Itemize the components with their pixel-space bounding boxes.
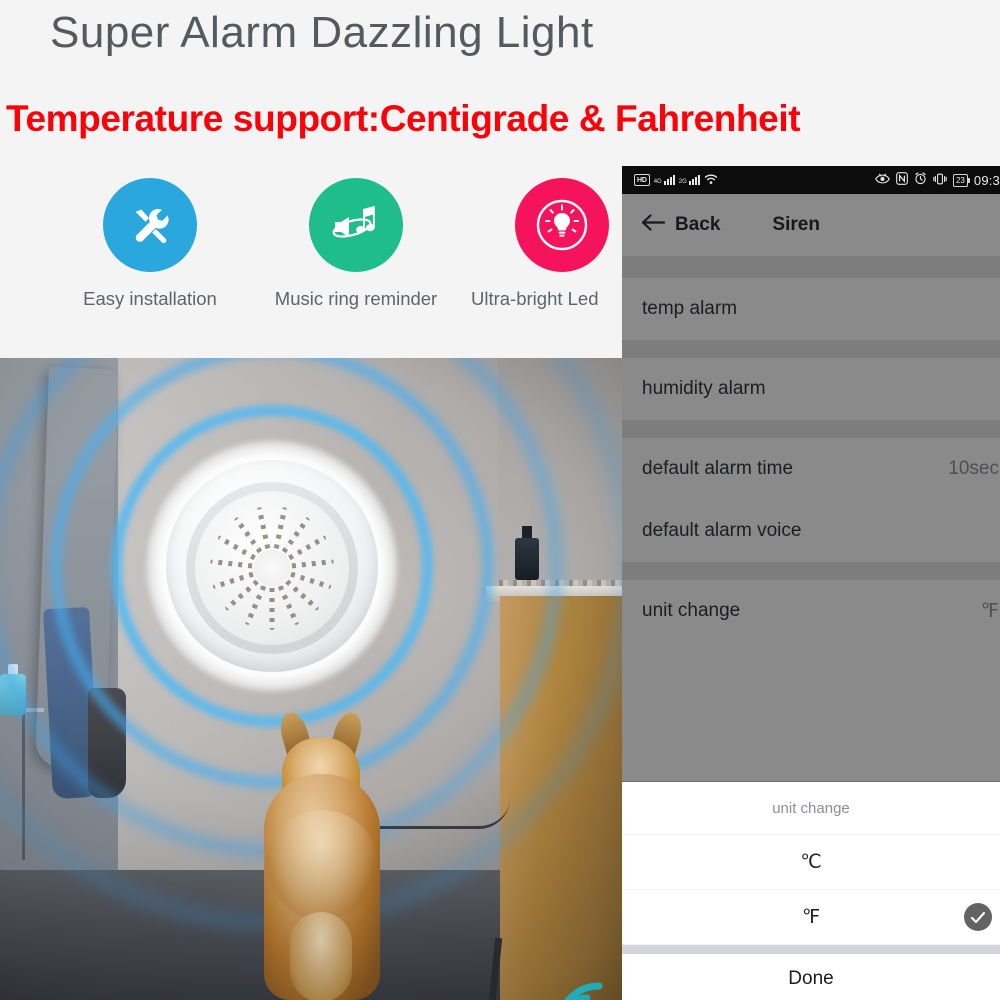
eye-icon (875, 173, 890, 188)
app-bar: Back Siren (622, 194, 1000, 256)
list-gap (622, 562, 1000, 580)
power-cable (380, 798, 510, 829)
network-gen-sim2: 2G (678, 179, 687, 185)
row-value: ℉ (980, 600, 999, 622)
promo-subtitle: Temperature support:Centigrade & Fahrenh… (6, 98, 801, 139)
tools-icon (103, 178, 197, 272)
siren-speaker-grille (195, 491, 349, 645)
sheet-divider (622, 945, 1000, 954)
sheet-title: unit change (622, 782, 1000, 835)
row-label: unit change (642, 600, 741, 621)
battery-icon: 23 (952, 173, 970, 187)
dog-mane (266, 810, 378, 920)
hd-icon: HD (634, 174, 650, 186)
back-label: Back (675, 214, 721, 235)
wifi-icon (704, 173, 718, 188)
unit-change-bottom-sheet: unit change ℃ ℉ Done (622, 781, 1000, 1000)
page-title: Siren (772, 214, 820, 235)
row-value: 10sec (948, 458, 999, 479)
row-label: default alarm voice (642, 520, 802, 541)
speaker-music-icon (309, 178, 403, 272)
alarm-clock-icon (914, 172, 927, 188)
done-button[interactable]: Done (622, 954, 1000, 1000)
feature-easy-installation: Easy installation (47, 178, 253, 310)
list-gap (622, 256, 1000, 278)
settings-row-temp-alarm[interactable]: temp alarm (622, 278, 1000, 340)
list-gap (622, 420, 1000, 438)
network-gen-sim1: 4G (653, 179, 662, 185)
vibrate-icon (933, 173, 947, 188)
check-circle-icon (964, 903, 992, 931)
promo-title: Super Alarm Dazzling Light (50, 8, 594, 57)
row-label: humidity alarm (642, 378, 766, 399)
row-label: default alarm time (642, 458, 794, 479)
option-label: ℃ (800, 851, 822, 873)
feature-music-ring-reminder: Music ring reminder (253, 178, 459, 310)
settings-row-default-alarm-voice[interactable]: default alarm voice (622, 500, 1000, 562)
option-fahrenheit[interactable]: ℉ (622, 890, 1000, 945)
wifi-icon (545, 976, 615, 1000)
row-label: temp alarm (642, 298, 738, 319)
dog (256, 709, 388, 1000)
status-bar: HD 4G 2G 23 09:3 (622, 166, 1000, 194)
feature-label: Easy installation (83, 288, 217, 309)
arrow-left-icon (641, 213, 666, 237)
option-label: ℉ (801, 906, 821, 928)
back-button[interactable]: Back (641, 213, 720, 237)
list-gap (622, 340, 1000, 358)
status-bar-clock: 09:3 (973, 172, 1000, 188)
settings-row-default-alarm-time[interactable]: default alarm time 10sec (622, 438, 1000, 500)
option-celsius[interactable]: ℃ (622, 835, 1000, 890)
feature-label: Music ring reminder (274, 288, 438, 309)
dog-tail (290, 912, 352, 1000)
settings-row-humidity-alarm[interactable]: humidity alarm (622, 358, 1000, 420)
nfc-icon (896, 172, 908, 188)
signal-bars-sim1-icon: 4G (654, 175, 675, 185)
lightbulb-icon (515, 178, 609, 272)
signal-bars-sim2-icon: 2G (679, 175, 700, 185)
done-label: Done (788, 968, 834, 989)
settings-row-unit-change[interactable]: unit change ℉ (622, 580, 1000, 642)
phone-app-screenshot: HD 4G 2G 23 09:3 Back Siren temp alarm h… (622, 166, 1000, 1000)
